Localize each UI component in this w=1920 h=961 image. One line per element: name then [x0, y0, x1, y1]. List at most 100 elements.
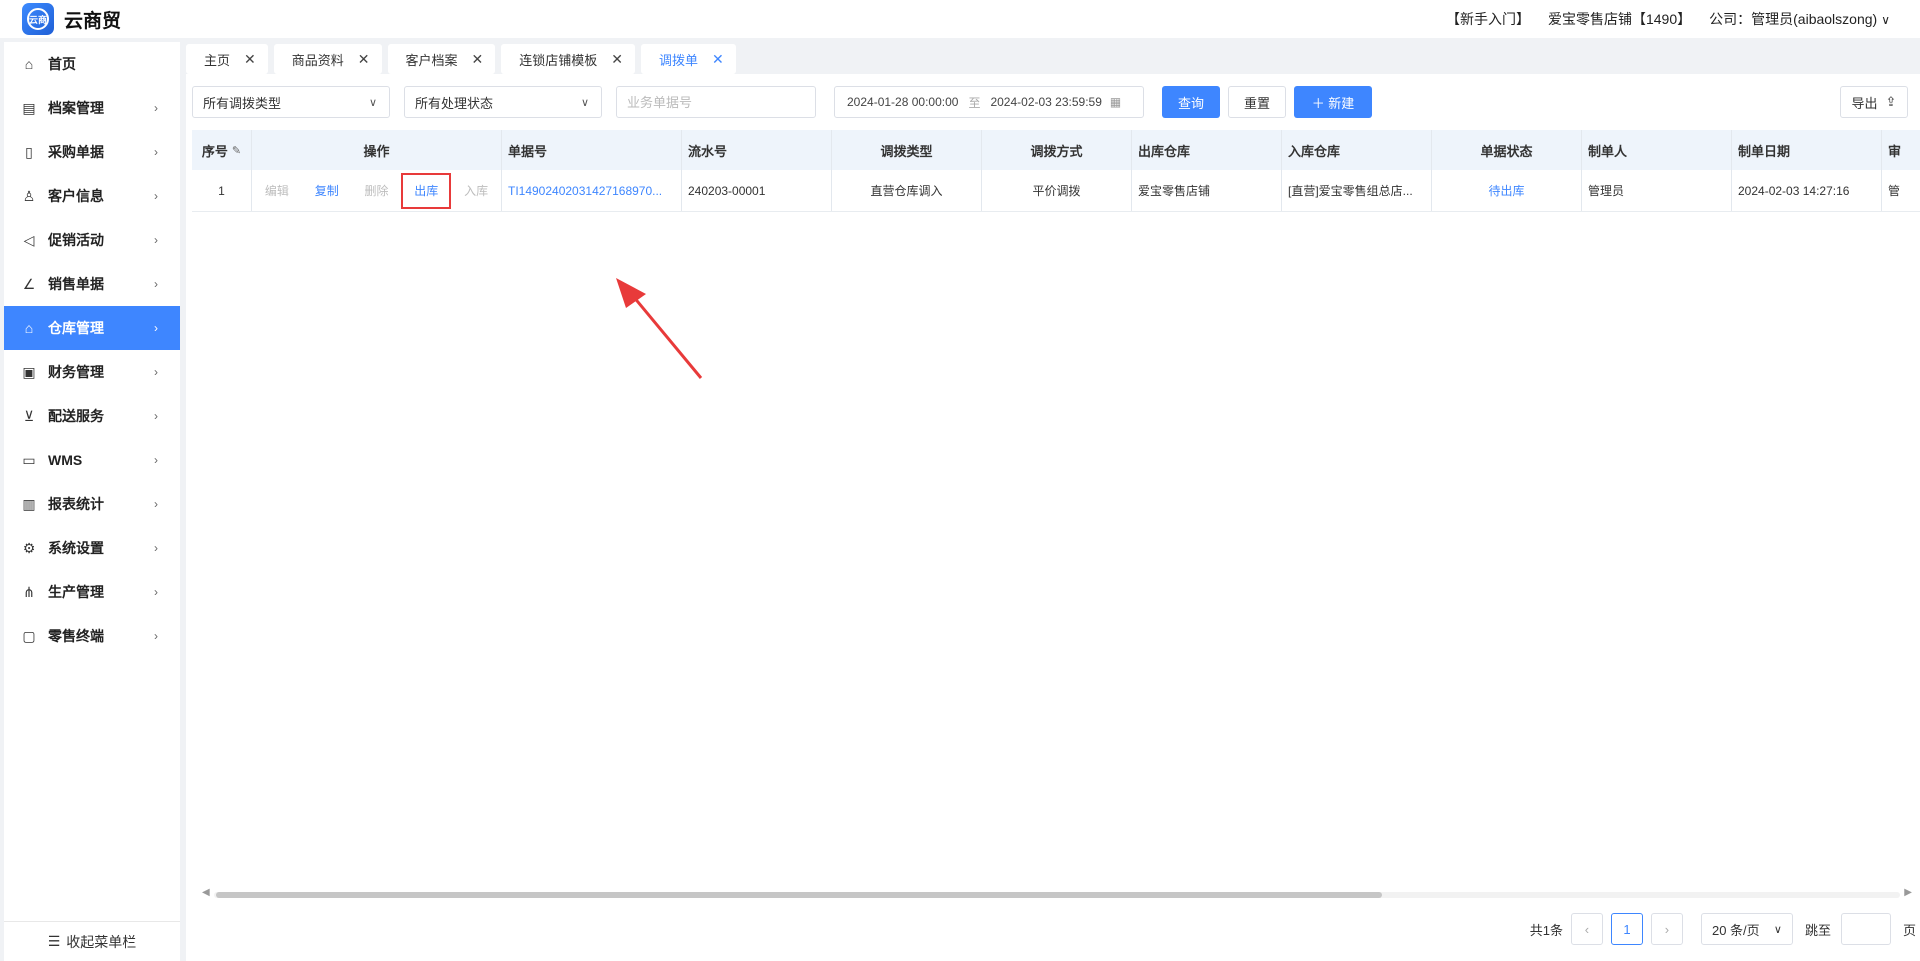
chevron-right-icon: ›: [154, 321, 158, 335]
sidebar-item-4[interactable]: ◁ 促销活动 ›: [4, 218, 180, 262]
col-date: 制单日期: [1732, 130, 1882, 170]
scroll-right-icon[interactable]: ▶: [1904, 887, 1912, 898]
col-type: 调拨类型: [832, 130, 982, 170]
col-method: 调拨方式: [982, 130, 1132, 170]
col-status: 单据状态: [1432, 130, 1582, 170]
finance-icon: ▣: [22, 363, 36, 380]
warehouse-icon: ⌂: [24, 320, 34, 336]
tab-4[interactable]: 调拨单 ✕: [641, 44, 736, 74]
transfer-table: 序号 ✎ 操作 单据号 流水号 调拨类型 调拨方式 出库仓库 入库仓库 单据状态 …: [192, 130, 1920, 212]
truck-icon: ▭: [22, 451, 36, 468]
cell-doc-no[interactable]: TI14902402031427168970...: [502, 170, 682, 211]
tab-0[interactable]: 主页 ✕: [186, 44, 268, 74]
company-user-menu[interactable]: 公司：管理员(aibaolszong) ∨: [1709, 9, 1890, 29]
table-row[interactable]: 1 编辑 复制 删除 出库 入库 TI14902402031427168970.…: [192, 170, 1920, 212]
query-button[interactable]: 查询: [1162, 86, 1220, 118]
bag-icon: ▢: [22, 627, 36, 644]
close-icon[interactable]: ✕: [244, 51, 256, 68]
annotation-arrow: [616, 278, 703, 379]
prev-page-button[interactable]: ‹: [1570, 913, 1603, 945]
export-button[interactable]: 导出 ⇪: [1840, 86, 1908, 118]
close-icon[interactable]: ✕: [712, 51, 724, 68]
horizontal-scrollbar[interactable]: ◀ ▶: [202, 887, 1912, 900]
sidebar-item-label: 促销活动: [48, 232, 104, 248]
sidebar-item-label: 报表统计: [48, 496, 104, 512]
status-badge: 待出库: [1432, 170, 1582, 211]
edit-button: 编辑: [264, 184, 289, 198]
new-button[interactable]: ＋ 新建: [1294, 86, 1372, 118]
wrench-icon[interactable]: ✎: [232, 144, 241, 157]
sidebar-item-3[interactable]: ♙ 客户信息 ›: [4, 174, 180, 218]
col-in-warehouse: 入库仓库: [1282, 130, 1432, 170]
tab-1[interactable]: 商品资料 ✕: [273, 44, 382, 74]
store-name[interactable]: 爱宝零售店铺【1490】: [1548, 9, 1691, 29]
chevron-right-icon: ›: [154, 541, 158, 555]
scrollbar-thumb[interactable]: [216, 892, 1382, 898]
date-end[interactable]: 2024-02-03 23:59:59: [990, 95, 1101, 109]
col-serial: 流水号: [682, 130, 832, 170]
doc-number-input[interactable]: [616, 86, 816, 118]
copy-button[interactable]: 复制: [302, 182, 352, 199]
transfer-type-select[interactable]: 所有调拨类型 ∨: [192, 86, 390, 118]
page-size-select[interactable]: 20 条/页 ∨: [1700, 913, 1793, 945]
chevron-right-icon: ›: [154, 365, 158, 379]
app-name: 云商贸: [64, 10, 122, 32]
cell-maker: 管理员: [1582, 170, 1732, 211]
scroll-left-icon[interactable]: ◀: [202, 887, 210, 898]
cell-seq: 1: [192, 170, 252, 211]
sidebar-item-11[interactable]: ⚙ 系统设置 ›: [4, 526, 180, 570]
sidebar-item-1[interactable]: ▤ 档案管理 ›: [4, 86, 180, 130]
sidebar-item-12[interactable]: ⋔ 生产管理 ›: [4, 570, 180, 614]
sidebar-item-label: WMS: [48, 452, 83, 468]
network-icon: ⋔: [23, 583, 35, 600]
sidebar-item-5[interactable]: ∠ 销售单据 ›: [4, 262, 180, 306]
total-count: 共1条: [1529, 922, 1563, 938]
sidebar-item-label: 财务管理: [48, 364, 104, 380]
chevron-down-icon: ∨: [1773, 923, 1782, 936]
sidebar-item-7[interactable]: ▣ 财务管理 ›: [4, 350, 180, 394]
sidebar-item-label: 客户信息: [48, 188, 104, 204]
megaphone-icon: ◁: [23, 231, 35, 248]
page-1-button[interactable]: 1: [1610, 913, 1643, 945]
jump-page-input[interactable]: [1840, 913, 1891, 945]
archive-icon: ▤: [22, 99, 36, 116]
pagination: 共1条 ‹ 1 › 20 条/页 ∨ 跳至 页: [1530, 913, 1920, 945]
sidebar-item-10[interactable]: ▥ 报表统计 ›: [4, 482, 180, 526]
collapse-menu-button[interactable]: ☰ 收起菜单栏: [4, 921, 180, 961]
bar-chart-icon: ▥: [22, 495, 36, 512]
col-out-warehouse: 出库仓库: [1132, 130, 1282, 170]
filter-bar: 所有调拨类型∨ 所有处理状态∨ 2024-01-28 00:00:00 至 20…: [192, 86, 1914, 118]
sidebar-item-13[interactable]: ▢ 零售终端 ›: [4, 614, 180, 658]
sidebar-item-label: 生产管理: [48, 584, 104, 600]
sidebar-item-8[interactable]: ⊻ 配送服务 ›: [4, 394, 180, 438]
close-icon[interactable]: ✕: [472, 51, 484, 68]
tab-bar: 主页 ✕ 商品资料 ✕ 客户档案 ✕ 连锁店铺模板 ✕ 调拨单 ✕: [186, 44, 736, 74]
export-icon: ⇪: [1885, 94, 1897, 109]
sidebar-item-2[interactable]: ▯ 采购单据 ›: [4, 130, 180, 174]
outbound-button[interactable]: 出库: [401, 172, 452, 209]
col-audit: 审: [1888, 143, 1902, 159]
line-chart-icon: ∠: [22, 275, 36, 292]
app-logo[interactable]: 云商 云商贸: [22, 3, 121, 35]
close-icon[interactable]: ✕: [611, 51, 623, 68]
guide-link[interactable]: 【新手入门】: [1446, 9, 1530, 29]
tab-3[interactable]: 连锁店铺模板 ✕: [501, 44, 635, 74]
sidebar-item-0[interactable]: ⌂ 首页: [4, 42, 180, 86]
sidebar-item-9[interactable]: ▭ WMS ›: [4, 438, 180, 482]
sidebar-item-label: 零售终端: [48, 628, 104, 644]
close-icon[interactable]: ✕: [358, 51, 370, 68]
date-start[interactable]: 2024-01-28 00:00:00: [847, 95, 958, 109]
cell-ops: 编辑 复制 删除 出库 入库: [252, 170, 502, 211]
top-bar: 云商 云商贸 【新手入门】 爱宝零售店铺【1490】 公司：管理员(aibaol…: [0, 0, 1920, 38]
chevron-down-icon: ∨: [368, 96, 377, 109]
tab-2[interactable]: 客户档案 ✕: [387, 44, 496, 74]
cell-audit: 管: [1888, 184, 1901, 198]
sidebar-item-label: 销售单据: [48, 276, 104, 292]
next-page-button[interactable]: ›: [1650, 913, 1683, 945]
reset-button[interactable]: 重置: [1228, 86, 1286, 118]
date-range-picker[interactable]: 2024-01-28 00:00:00 至 2024-02-03 23:59:5…: [834, 86, 1144, 118]
chevron-right-icon: ›: [154, 233, 158, 247]
sidebar-item-6[interactable]: ⌂ 仓库管理 ›: [4, 306, 180, 350]
process-status-select[interactable]: 所有处理状态 ∨: [404, 86, 602, 118]
chevron-right-icon: ›: [154, 629, 158, 643]
